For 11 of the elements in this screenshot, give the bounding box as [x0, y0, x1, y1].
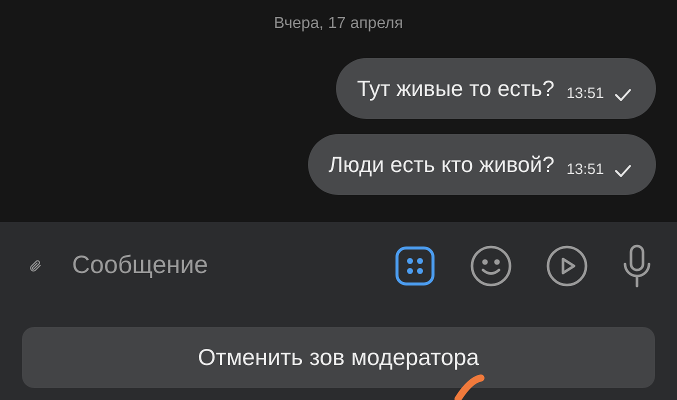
- play-icon[interactable]: [546, 245, 588, 287]
- message-time: 13:51: [566, 160, 604, 180]
- message-field[interactable]: Сообщение: [72, 247, 394, 285]
- date-separator: Вчера, 17 апреля: [274, 14, 404, 34]
- cancel-moderator-call-button[interactable]: Отменить зов модератора: [22, 327, 655, 388]
- message-text: Тут живые то есть?: [357, 75, 554, 103]
- message-text: Люди есть кто живой?: [328, 151, 554, 179]
- message-time: 13:51: [566, 84, 604, 104]
- smiley-icon[interactable]: [470, 245, 512, 287]
- sticker-icon[interactable]: [394, 245, 436, 287]
- microphone-icon[interactable]: [622, 244, 652, 288]
